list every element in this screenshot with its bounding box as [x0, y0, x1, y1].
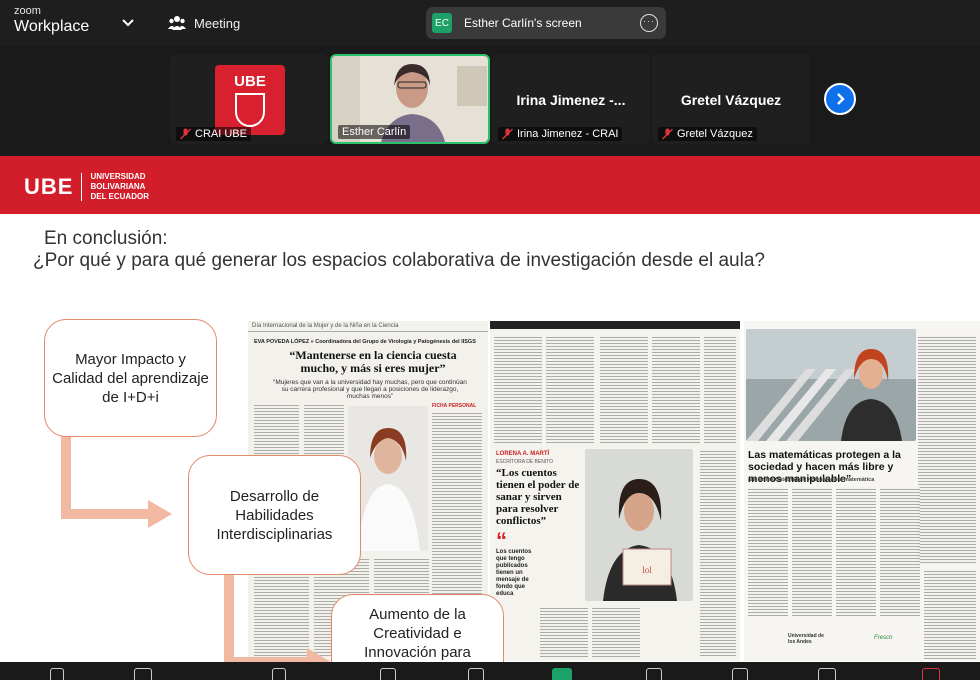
- article-text: [540, 606, 588, 658]
- slide-header-band: UBE UNIVERSIDAD BOLIVARIANA DEL ECUADOR: [0, 156, 980, 214]
- chevron-down-icon[interactable]: [120, 14, 136, 30]
- concept-box-2: Desarrollo de Habilidades Interdisciplin…: [188, 455, 361, 575]
- more-options-icon[interactable]: ···: [640, 14, 658, 32]
- article-text: [700, 449, 736, 657]
- article-text: [836, 487, 876, 617]
- participant-name: Gretel Vázquez: [677, 128, 753, 140]
- article-top-bar: [490, 321, 740, 329]
- share-screen-icon[interactable]: [552, 668, 572, 680]
- next-participants-button[interactable]: [824, 83, 856, 115]
- article-tag: FICHA PERSONAL: [432, 403, 477, 409]
- article-text: [918, 335, 976, 565]
- article-clipping-3: Las matemáticas protegen a la sociedad y…: [744, 321, 980, 661]
- article-text: [432, 411, 482, 601]
- logo-sub-2: BOLIVARIANA: [90, 182, 146, 191]
- article-photo: [746, 329, 916, 441]
- participant-name: Esther Carlín: [342, 126, 407, 138]
- avatar-logo-text: UBE: [234, 73, 266, 90]
- university-logo: UBE UNIVERSIDAD BOLIVARIANA DEL ECUADOR: [24, 172, 149, 202]
- article-text: [792, 487, 832, 617]
- article-clipping-2: LORENA A. MARTÍ ESCRITORA DE BENITO “Los…: [490, 321, 740, 661]
- participant-label: Esther Carlín: [338, 125, 411, 139]
- chat-icon[interactable]: [380, 668, 396, 680]
- sponsor-logo-2: Fresco: [874, 635, 893, 641]
- sponsor-logo-1: Universidad de los Andes: [788, 633, 824, 645]
- apps-icon[interactable]: [646, 668, 662, 680]
- article-title: “Mantenerse en la ciencia cuesta mucho, …: [289, 348, 457, 375]
- more-icon[interactable]: [818, 668, 836, 680]
- screen-share-label: Esther Carlín's screen: [464, 16, 582, 30]
- chevron-right-icon: [837, 93, 845, 105]
- article-text: [546, 335, 594, 445]
- article-text: [704, 335, 736, 445]
- participant-label: CRAI UBE: [176, 127, 251, 141]
- participant-tile-gretel[interactable]: Gretel Vázquez Gretel Vázquez: [652, 54, 810, 144]
- article-title: “Los cuentos tienen el poder de sanar y …: [496, 467, 580, 527]
- article-text: [924, 569, 976, 659]
- participant-strip: UBE CRAI UBE Esther Carlín Irina Jimenez…: [0, 46, 980, 156]
- article-text: [652, 335, 700, 445]
- logo-sub-3: DEL ECUADOR: [90, 192, 149, 201]
- participant-label: Gretel Vázquez: [658, 127, 757, 141]
- article-pullquote: Los cuentos que tengo publicados tienen …: [496, 549, 532, 597]
- article-subtitle: “Mujeres que van a la universidad hay mu…: [273, 379, 467, 400]
- article-header: Día Internacional de la Mujer y de la Ni…: [248, 321, 488, 332]
- meeting-label: Meeting: [194, 15, 241, 31]
- bottom-toolbar: [0, 662, 980, 680]
- quote-mark: “: [496, 528, 507, 553]
- zoom-brand: zoom Workplace: [14, 6, 89, 35]
- shield-icon: [235, 93, 265, 127]
- university-name: UNIVERSIDAD BOLIVARIANA DEL ECUADOR: [90, 172, 149, 202]
- mic-off-icon: [662, 128, 673, 140]
- article-photo: lol: [585, 449, 693, 601]
- logo-text: UBE: [24, 174, 74, 199]
- participant-label: Irina Jimenez - CRAI: [498, 127, 623, 141]
- screen-share-pill[interactable]: EC Esther Carlín's screen ···: [426, 7, 666, 39]
- video-icon[interactable]: [134, 668, 152, 680]
- brand-bottom: Workplace: [14, 18, 90, 35]
- participants-icon: [168, 16, 186, 30]
- logo-sub-1: UNIVERSIDAD: [90, 172, 146, 181]
- mic-icon[interactable]: [50, 668, 64, 680]
- shared-screen-slide: UBE UNIVERSIDAD BOLIVARIANA DEL ECUADOR …: [0, 156, 980, 680]
- article-text: [880, 487, 920, 617]
- svg-text:lol: lol: [642, 565, 652, 575]
- participant-display-name: Gretel Vázquez: [680, 92, 782, 108]
- participant-tile-esther[interactable]: Esther Carlín: [330, 54, 490, 144]
- react-icon[interactable]: [468, 668, 484, 680]
- participants-icon[interactable]: [272, 668, 286, 680]
- participant-name: Irina Jimenez - CRAI: [517, 128, 619, 140]
- participant-tile-crai-ube[interactable]: UBE CRAI UBE: [170, 54, 328, 144]
- leave-icon[interactable]: [922, 668, 940, 680]
- article-author: LORENA A. MARTÍ: [496, 451, 550, 457]
- article-text: [600, 335, 648, 445]
- article-role: ESCRITORA DE BENITO: [496, 459, 554, 465]
- participant-display-name: Irina Jimenez -...: [516, 92, 626, 108]
- article-byline: EVA POVEDA LÓPEZ » Coordinadora del Grup…: [254, 339, 476, 345]
- flow-arrow-1: [61, 436, 172, 528]
- article-text: [748, 487, 788, 617]
- participant-tile-irina[interactable]: Irina Jimenez -... Irina Jimenez - CRAI: [492, 54, 650, 144]
- article-text: [494, 335, 542, 445]
- meeting-button[interactable]: Meeting: [168, 11, 240, 35]
- top-bar: zoom Workplace Meeting EC Esther Carlín'…: [0, 0, 980, 46]
- article-byline: ara Grima Catedrática y divulgadora mate…: [748, 477, 875, 483]
- brand-top: zoom: [14, 5, 41, 17]
- sharer-avatar: EC: [432, 13, 452, 33]
- article-text: [592, 606, 640, 658]
- slide-heading-1: En conclusión:: [44, 228, 168, 249]
- slide-heading-2: ¿Por qué y para qué generar los espacios…: [33, 250, 765, 271]
- logo-divider: [81, 173, 83, 201]
- ai-companion-icon[interactable]: [732, 668, 748, 680]
- ube-avatar-logo: UBE: [215, 65, 285, 135]
- mic-off-icon: [502, 128, 513, 140]
- concept-box-1: Mayor Impacto y Calidad del aprendizaje …: [44, 319, 217, 437]
- mic-off-icon: [180, 128, 191, 140]
- participant-name: CRAI UBE: [195, 128, 247, 140]
